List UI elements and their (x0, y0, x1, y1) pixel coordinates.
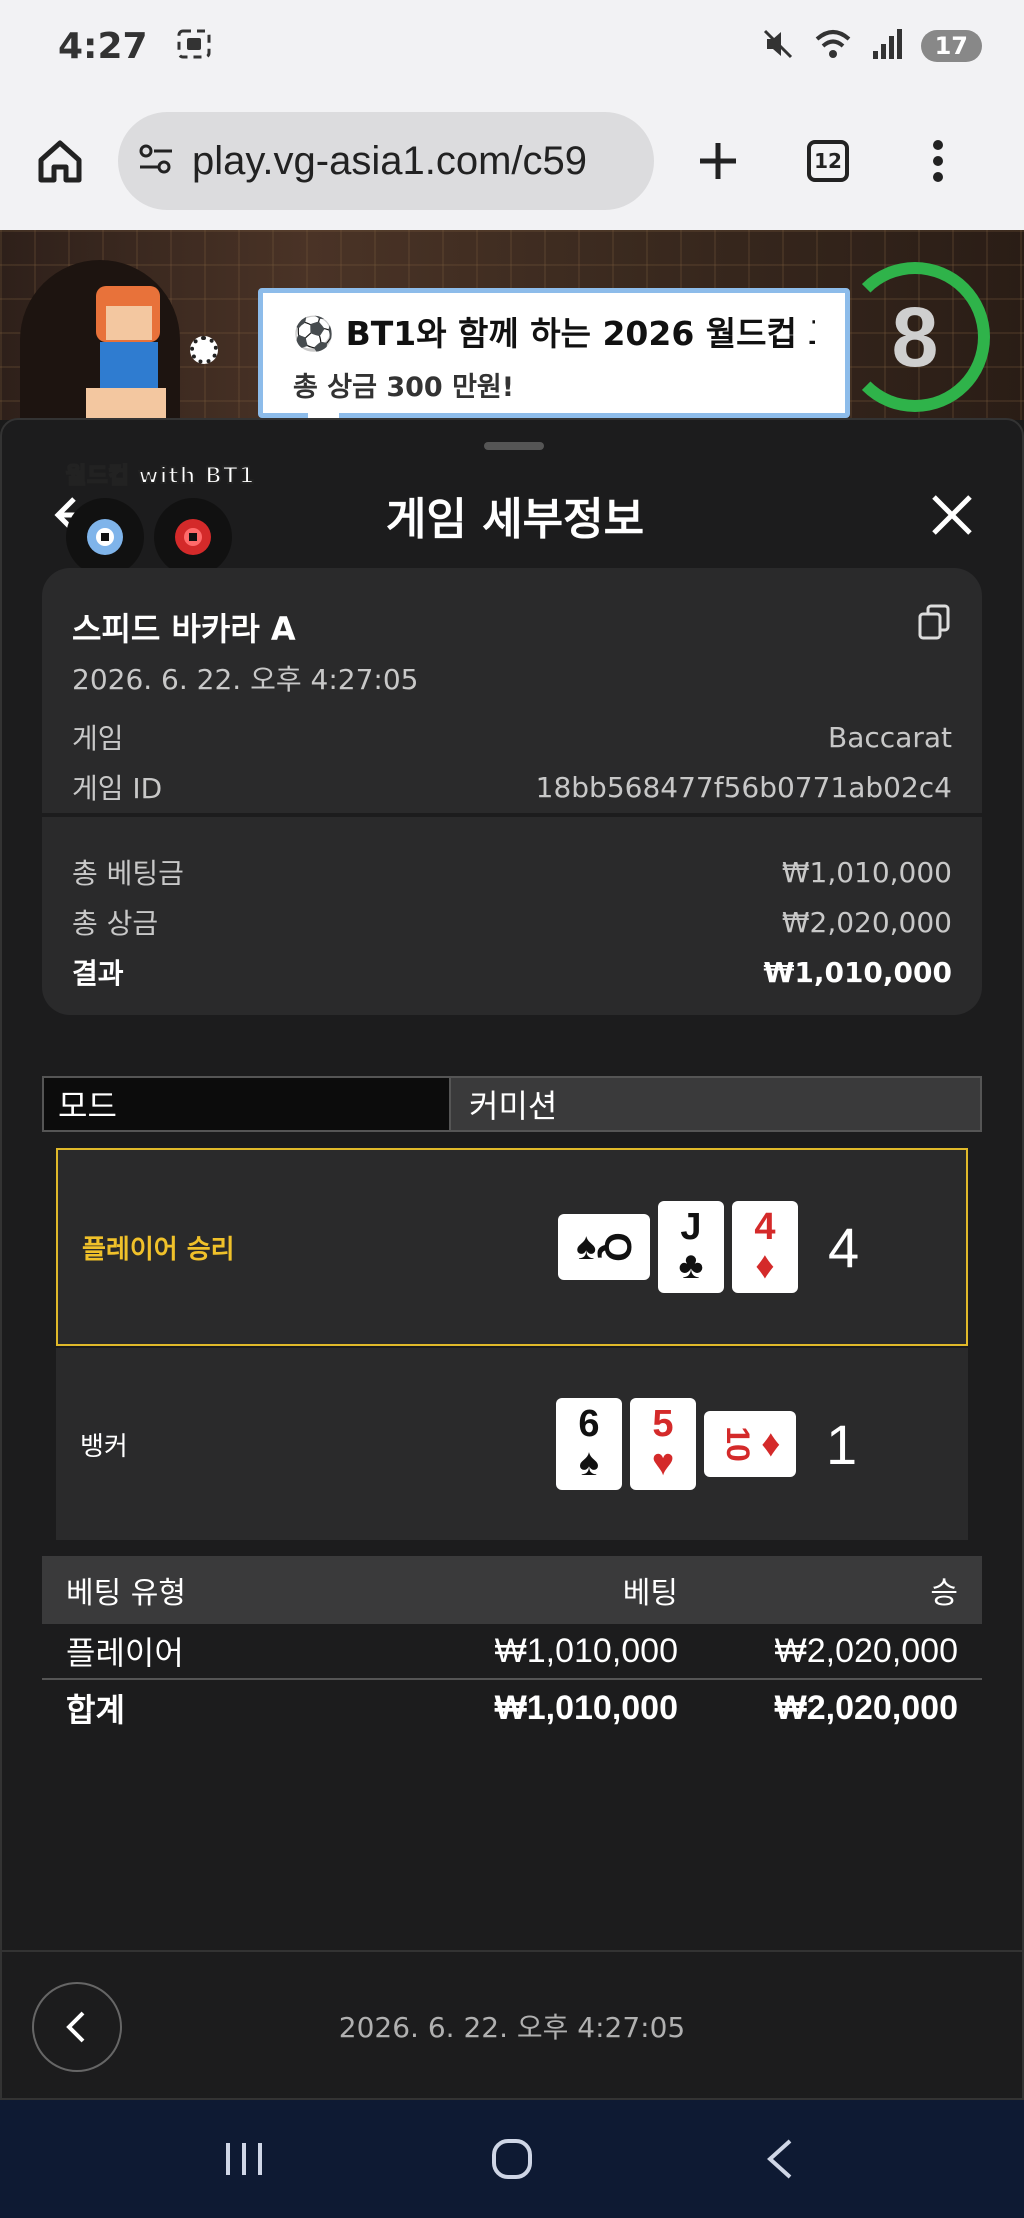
player-result-row: 플레이어 승리 ♠ Q J ♣ 4 ♦ 4 (56, 1148, 968, 1346)
recents-button[interactable] (199, 2114, 289, 2204)
promo-title: ⚽ BT1와 함께 하는 2026 월드컵 그... (293, 314, 815, 353)
site-settings-icon[interactable] (136, 139, 176, 183)
home-button[interactable] (20, 121, 100, 201)
total-bet-value: ₩1,010,000 (781, 855, 952, 889)
game-info-card: 스피드 바카라 A 2026. 6. 22. 오후 4:27:05 게임 Bac… (42, 568, 982, 813)
mascot-label: 월드컵 with BT1 (65, 463, 256, 490)
game-id-label: 게임 ID (72, 772, 163, 805)
chevron-left-icon (66, 2011, 85, 2043)
close-icon (932, 495, 972, 535)
signal-icon (871, 27, 903, 65)
game-name: 스피드 바카라 A (72, 610, 296, 648)
table-total-row: 합계 ₩1,010,000 ₩2,020,000 (42, 1678, 982, 1736)
player-cards: ♠ Q J ♣ 4 ♦ (558, 1201, 798, 1293)
playing-card: 6 ♠ (556, 1398, 622, 1490)
row-bet: ₩1,010,000 (494, 1631, 678, 1670)
plus-icon (700, 143, 736, 179)
chip-red-icon[interactable] (154, 498, 232, 576)
status-time: 4:27 (58, 25, 148, 67)
tabs-count: 12 (807, 140, 849, 182)
countdown-number: 8 (891, 289, 939, 384)
bet-table: 베팅 유형 베팅 승 플레이어 ₩1,010,000 ₩2,020,000 합계… (42, 1556, 982, 1736)
playing-card: 4 ♦ (732, 1201, 798, 1293)
address-bar[interactable]: play.vg-asia1.com/c59 (118, 112, 654, 210)
banker-cards: 6 ♠ 5 ♥ 10 ♦ (556, 1398, 796, 1490)
home-nav-button[interactable] (467, 2114, 557, 2204)
home-icon (38, 140, 82, 183)
back-nav-button[interactable] (735, 2114, 825, 2204)
tab-commission[interactable]: 커미션 (451, 1078, 980, 1130)
playing-card: 10 ♦ (704, 1411, 796, 1477)
battery-indicator: 17 (920, 30, 982, 62)
total-bet-row: 총 베팅금 ₩1,010,000 (72, 847, 952, 897)
total-prize-label: 총 상금 (72, 907, 159, 940)
totals-card: 총 베팅금 ₩1,010,000 총 상금 ₩2,020,000 결과 ₩1,0… (42, 817, 982, 1015)
sheet-footer: 2026. 6. 22. 오후 4:27:05 (0, 1950, 1024, 2100)
playing-card: ♠ Q (558, 1214, 650, 1280)
browser-toolbar: play.vg-asia1.com/c59 12 (0, 92, 1024, 230)
playing-card: J ♣ (658, 1201, 724, 1293)
total-bet: ₩1,010,000 (494, 1688, 678, 1727)
promo-bubble[interactable]: ⚽ BT1와 함께 하는 2026 월드컵 그... 총 상금 300 만원! (258, 288, 850, 443)
header-win: 승 (930, 1576, 958, 1611)
countdown-timer: 8 (840, 262, 990, 412)
soccer-ball-icon (190, 336, 218, 364)
copy-icon (918, 604, 950, 640)
game-date: 2026. 6. 22. 오후 4:27:05 (72, 663, 419, 696)
previous-button[interactable] (32, 1982, 122, 2072)
header-bet-type: 베팅 유형 (66, 1576, 186, 1611)
tab-mode[interactable]: 모드 (44, 1078, 451, 1130)
game-row: 게임 Baccarat (72, 712, 952, 762)
banker-result-row: 뱅커 6 ♠ 5 ♥ 10 ♦ 1 (56, 1348, 968, 1540)
total-win: ₩2,020,000 (774, 1688, 958, 1727)
row-bet-type: 플레이어 (66, 1634, 184, 1672)
tabs-button[interactable]: 12 (782, 115, 874, 207)
game-id-row: 게임 ID 18bb568477f56b0771ab02c4 (72, 762, 952, 812)
close-button[interactable] (922, 485, 982, 545)
result-value: ₩1,010,000 (763, 955, 952, 989)
bet-table-header: 베팅 유형 베팅 승 (42, 1556, 982, 1624)
player-result-label: 플레이어 승리 (82, 1234, 235, 1265)
chip-blue-icon[interactable] (66, 498, 144, 576)
promo-subtitle: 총 상금 300 만원! (293, 372, 515, 403)
header-bet: 베팅 (622, 1576, 678, 1611)
copy-button[interactable] (918, 604, 950, 644)
system-nav-bar (0, 2100, 1024, 2218)
screenshot-icon (176, 28, 212, 64)
game-label: 게임 (72, 722, 124, 755)
sheet-grabber[interactable] (484, 442, 544, 450)
browser-menu-button[interactable] (892, 115, 984, 207)
player-score: 4 (828, 1215, 860, 1279)
table-row: 플레이어 ₩1,010,000 ₩2,020,000 (42, 1624, 982, 1678)
footer-date: 2026. 6. 22. 오후 4:27:05 (338, 2011, 686, 2044)
recents-icon (226, 2143, 262, 2175)
total-bet-label: 총 베팅금 (72, 857, 184, 890)
banker-score: 1 (826, 1412, 858, 1476)
wifi-icon (813, 27, 853, 65)
home-circle-icon (492, 2139, 532, 2179)
status-bar: 4:27 17 (0, 0, 1024, 92)
result-row: 결과 ₩1,010,000 (72, 947, 952, 997)
more-vert-icon (933, 140, 943, 182)
game-value: Baccarat (828, 720, 952, 754)
banker-result-label: 뱅커 (80, 1431, 128, 1462)
mode-tabs: 모드 커미션 (42, 1076, 982, 1132)
total-label: 합계 (66, 1691, 125, 1729)
total-prize-value: ₩2,020,000 (781, 905, 952, 939)
new-tab-button[interactable] (672, 115, 764, 207)
back-chevron-icon (767, 2139, 792, 2179)
playing-card: 5 ♥ (630, 1398, 696, 1490)
result-label: 결과 (72, 957, 124, 990)
mute-icon (761, 27, 795, 65)
game-id-value: 18bb568477f56b0771ab02c4 (535, 770, 952, 804)
sheet-title: 게임 세부정보 (385, 494, 645, 545)
row-win: ₩2,020,000 (774, 1631, 958, 1670)
total-prize-row: 총 상금 ₩2,020,000 (72, 897, 952, 947)
url-text: play.vg-asia1.com/c59 (192, 138, 587, 183)
